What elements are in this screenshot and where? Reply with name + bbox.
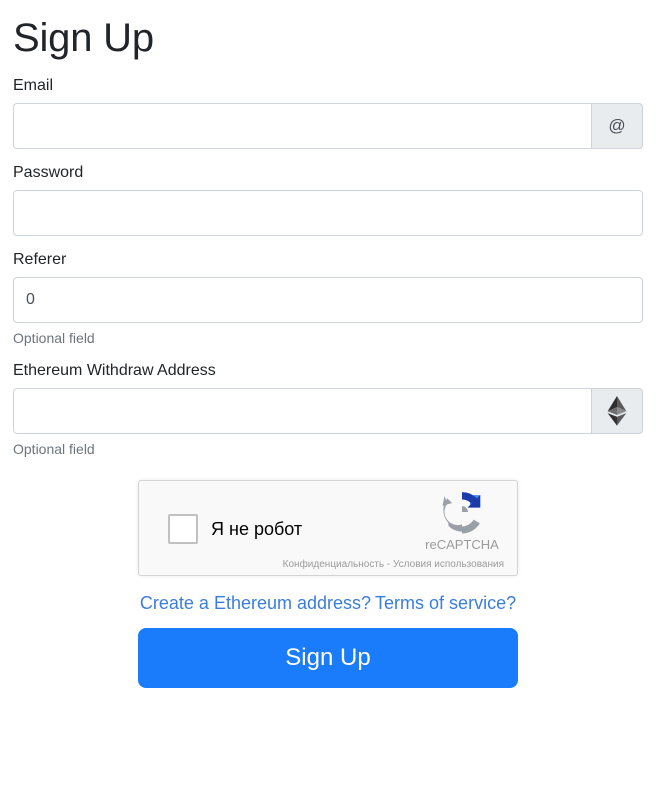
email-label: Email (13, 77, 54, 94)
referer-input[interactable] (13, 277, 643, 323)
referer-help-text: Optional field (13, 330, 95, 346)
withdraw-address-input[interactable] (13, 388, 591, 434)
referer-input-row (13, 277, 643, 323)
submit-wrapper: Sign Up (13, 628, 643, 688)
withdraw-address-label: Ethereum Withdraw Address (13, 362, 216, 379)
email-input[interactable] (13, 103, 591, 149)
withdraw-address-help-text: Optional field (13, 441, 95, 457)
recaptcha-footer-separator: - (384, 559, 393, 570)
password-input-row (13, 190, 643, 236)
recaptcha-logo-icon (442, 492, 481, 534)
recaptcha-checkbox[interactable] (168, 514, 198, 544)
recaptcha-footer: Конфиденциальность - Условия использован… (283, 559, 504, 571)
referer-field-group: Referer Optional field (13, 250, 643, 347)
recaptcha-brand: reCAPTCHA (420, 490, 504, 552)
recaptcha-terms-link[interactable]: Условия использования (393, 559, 504, 570)
create-ethereum-address-link[interactable]: Create a Ethereum address? (140, 593, 371, 613)
recaptcha-privacy-link[interactable]: Конфиденциальность (283, 559, 384, 570)
password-field-group: Password (13, 163, 643, 236)
password-input[interactable] (13, 190, 643, 236)
at-sign-icon: @ (591, 103, 643, 149)
password-label: Password (13, 164, 84, 181)
page-title: Sign Up (13, 16, 154, 60)
withdraw-address-field-group: Ethereum Withdraw Address Optional field (13, 361, 643, 458)
recaptcha-wrapper: Я не робот reCAPTCHA Конфиденциальность … (13, 480, 643, 576)
recaptcha-widget[interactable]: Я не робот reCAPTCHA Конфиденциальность … (138, 480, 518, 576)
withdraw-address-input-row (13, 388, 643, 434)
recaptcha-brand-name: reCAPTCHA (425, 537, 499, 552)
email-field-group: Email @ (13, 76, 643, 149)
signup-page: Sign Up Email @ Password Referer Optiona… (0, 14, 656, 805)
terms-of-service-link[interactable]: Terms of service? (375, 593, 516, 613)
referer-label: Referer (13, 251, 67, 268)
recaptcha-checkbox-label: Я не робот (211, 519, 303, 539)
sign-up-button[interactable]: Sign Up (138, 628, 518, 688)
links-row: Create a Ethereum address? Terms of servi… (13, 591, 643, 615)
email-input-row: @ (13, 103, 643, 149)
ethereum-icon (591, 388, 643, 434)
